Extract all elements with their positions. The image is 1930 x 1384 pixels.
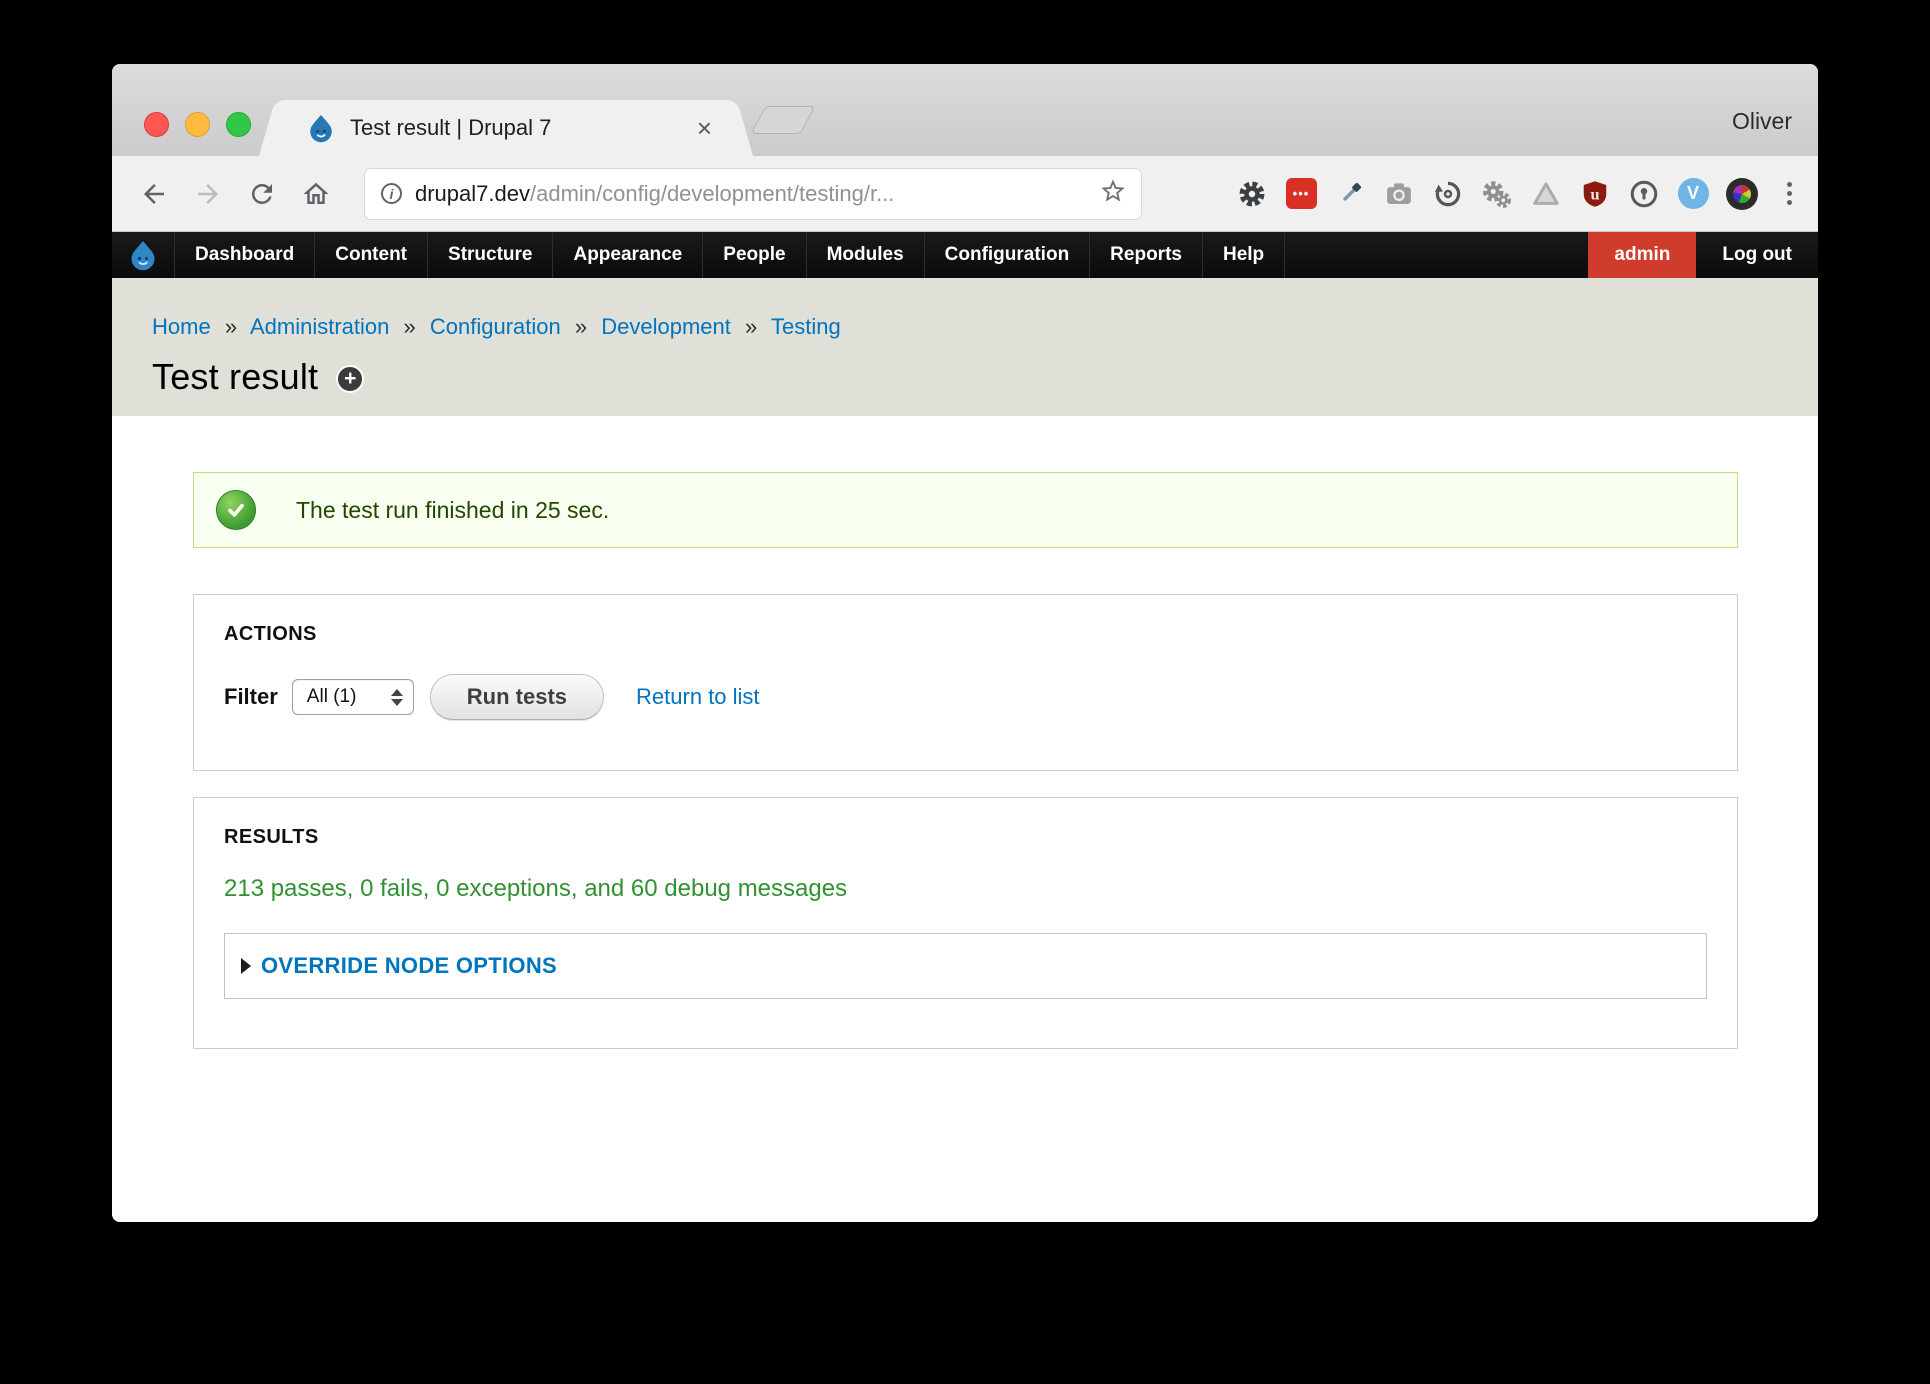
breadcrumb-configuration[interactable]: Configuration — [430, 314, 561, 339]
new-tab-button[interactable] — [751, 106, 816, 134]
drupal-logo-icon[interactable] — [112, 232, 174, 278]
fullscreen-window-button[interactable] — [226, 112, 251, 137]
actions-panel: ACTIONS Filter All (1) Run tests Return … — [193, 594, 1738, 771]
session-sync-icon[interactable] — [1431, 177, 1465, 211]
admin-toolbar-right: admin Log out — [1588, 232, 1818, 278]
collapse-arrow-icon — [241, 958, 251, 974]
results-heading: RESULTS — [224, 826, 1707, 849]
browser-menu-icon[interactable] — [1779, 178, 1800, 209]
test-pass-summary: 213 passes, 0 fails, 0 exceptions, and 6… — [224, 875, 1707, 903]
breadcrumb-separator: » — [745, 314, 757, 339]
reload-icon[interactable] — [242, 174, 282, 214]
admin-menu-configuration[interactable]: Configuration — [924, 232, 1090, 278]
admin-menu-appearance[interactable]: Appearance — [552, 232, 702, 278]
profile-name[interactable]: Oliver — [1732, 108, 1792, 135]
admin-toolbar: Dashboard Content Structure Appearance P… — [112, 232, 1818, 278]
minimize-window-button[interactable] — [185, 112, 210, 137]
breadcrumb-separator: » — [225, 314, 237, 339]
back-icon[interactable] — [134, 174, 174, 214]
browser-titlebar: Test result | Drupal 7 × Oliver — [112, 64, 1818, 156]
eyedropper-icon[interactable] — [1333, 177, 1367, 211]
home-icon[interactable] — [296, 174, 336, 214]
page-header: Home » Administration » Configuration » … — [112, 278, 1818, 416]
status-message-text: The test run finished in 25 sec. — [296, 497, 609, 524]
tab-close-icon[interactable]: × — [697, 115, 712, 141]
v-badge-icon[interactable]: V — [1676, 177, 1710, 211]
filter-select[interactable]: All (1) — [292, 679, 414, 715]
filter-row: Filter All (1) Run tests Return to list — [224, 674, 1707, 720]
close-window-button[interactable] — [144, 112, 169, 137]
ublock-shield-icon[interactable]: u — [1578, 177, 1612, 211]
keyhole-circle-icon[interactable] — [1627, 177, 1661, 211]
override-node-options-fieldset[interactable]: OVERRIDE NODE OPTIONS — [224, 933, 1707, 999]
admin-menu-modules[interactable]: Modules — [806, 232, 924, 278]
page-info-icon[interactable]: i — [381, 183, 402, 204]
url-host: drupal7.dev — [415, 181, 530, 206]
filter-label: Filter — [224, 684, 278, 710]
admin-menu-reports[interactable]: Reports — [1089, 232, 1202, 278]
address-bar[interactable]: i drupal7.dev/admin/config/development/t… — [364, 168, 1142, 220]
bookmark-star-icon[interactable] — [1099, 177, 1127, 210]
select-arrows-icon — [391, 689, 403, 706]
page-title: Test result — [152, 356, 318, 398]
success-check-icon — [216, 490, 256, 530]
browser-tab[interactable]: Test result | Drupal 7 × — [280, 100, 732, 156]
url-path: /admin/config/development/testing/r... — [530, 181, 894, 206]
admin-menu-dashboard[interactable]: Dashboard — [174, 232, 314, 278]
tab-title: Test result | Drupal 7 — [350, 115, 683, 141]
admin-menu: Dashboard Content Structure Appearance P… — [174, 232, 1285, 278]
breadcrumb-development[interactable]: Development — [601, 314, 731, 339]
add-shortcut-icon[interactable]: + — [336, 365, 364, 393]
camera-lens-icon[interactable] — [1725, 177, 1759, 211]
url-text[interactable]: drupal7.dev/admin/config/development/tes… — [415, 181, 1099, 207]
settings-gear-icon[interactable] — [1235, 177, 1269, 211]
camera-icon[interactable] — [1382, 177, 1416, 211]
logout-link[interactable]: Log out — [1696, 232, 1818, 278]
admin-menu-structure[interactable]: Structure — [427, 232, 552, 278]
status-message: The test run finished in 25 sec. — [193, 472, 1738, 548]
admin-menu-help[interactable]: Help — [1202, 232, 1285, 278]
drupal-favicon-icon — [306, 113, 336, 143]
admin-user-link[interactable]: admin — [1588, 232, 1696, 278]
admin-menu-people[interactable]: People — [702, 232, 805, 278]
override-node-options-label[interactable]: OVERRIDE NODE OPTIONS — [261, 953, 557, 979]
forward-icon — [188, 174, 228, 214]
desktop-background: Test result | Drupal 7 × Oliver i drupa — [0, 0, 1930, 1384]
breadcrumb-testing[interactable]: Testing — [771, 314, 841, 339]
breadcrumb-separator: » — [403, 314, 415, 339]
filter-select-value: All (1) — [307, 686, 391, 708]
developer-gears-icon[interactable] — [1480, 177, 1514, 211]
traffic-lights — [144, 112, 251, 137]
browser-window: Test result | Drupal 7 × Oliver i drupa — [112, 64, 1818, 1222]
svg-text:u: u — [1590, 185, 1599, 203]
actions-heading: ACTIONS — [224, 623, 1707, 646]
run-tests-button[interactable]: Run tests — [430, 674, 604, 720]
password-dots-icon[interactable]: ••• — [1284, 177, 1318, 211]
admin-menu-content[interactable]: Content — [314, 232, 427, 278]
breadcrumb-separator: » — [575, 314, 587, 339]
drive-triangle-icon[interactable] — [1529, 177, 1563, 211]
breadcrumb-administration[interactable]: Administration — [250, 314, 389, 339]
breadcrumb-home[interactable]: Home — [152, 314, 211, 339]
results-panel: RESULTS 213 passes, 0 fails, 0 exception… — [193, 797, 1738, 1049]
return-to-list-link[interactable]: Return to list — [636, 684, 760, 710]
page-content: The test run finished in 25 sec. ACTIONS… — [112, 416, 1818, 1222]
extension-icons: ••• u — [1235, 177, 1759, 211]
browser-toolbar: i drupal7.dev/admin/config/development/t… — [112, 156, 1818, 232]
breadcrumb: Home » Administration » Configuration » … — [152, 314, 1818, 340]
